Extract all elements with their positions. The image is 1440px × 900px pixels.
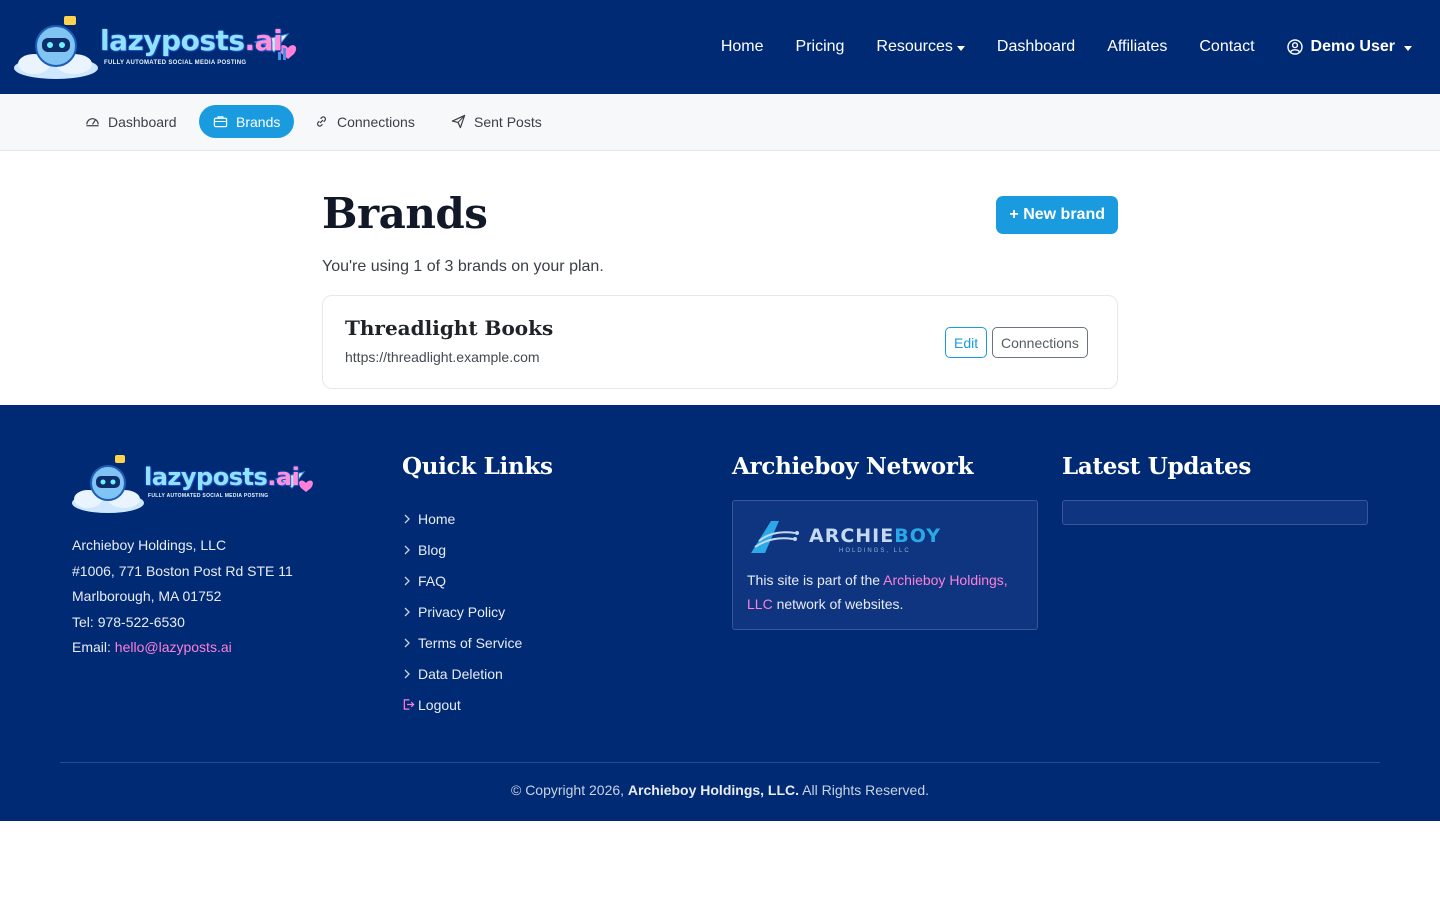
dashboard-subnav: Dashboard Brands Connections Sent Posts <box>0 94 1440 151</box>
latest-updates-box <box>1062 500 1368 525</box>
nav-resources-dropdown[interactable]: Resources <box>876 38 965 56</box>
copyright-text: © Copyright 2026, Archieboy Holdings, LL… <box>510 782 929 798</box>
page-title: Brands <box>322 189 488 238</box>
logo-tagline: FULLY AUTOMATED SOCIAL MEDIA POSTING <box>104 60 247 66</box>
main-nav: Home Pricing Resources Dashboard Affilia… <box>689 36 1412 58</box>
plan-usage-text: You're using 1 of 3 brands on your plan. <box>322 258 604 275</box>
nav-dashboard[interactable]: Dashboard <box>997 38 1075 56</box>
company-address: Archieboy Holdings, LLC #1006, 771 Bosto… <box>72 533 293 661</box>
footer-link-data-deletion[interactable]: Data Deletion <box>402 658 522 689</box>
network-box: ARCHIEBOY HOLDINGS, LLC This site is par… <box>732 500 1038 630</box>
chevron-right-icon <box>404 514 410 523</box>
subnav-connections[interactable]: Connections <box>300 105 429 138</box>
footer-link-logout[interactable]: Logout <box>402 689 522 720</box>
chevron-right-icon <box>404 607 410 616</box>
chevron-right-icon <box>404 669 410 678</box>
chevron-right-icon <box>404 638 410 647</box>
nav-contact[interactable]: Contact <box>1199 38 1254 56</box>
caret-down-icon <box>1404 45 1412 51</box>
logo-wordmark: lazyposts.ai <box>144 463 300 491</box>
brand-url: https://threadlight.example.com <box>345 349 540 365</box>
chevron-right-icon <box>404 545 410 554</box>
speedometer-icon <box>86 118 99 127</box>
email-line: Email: hello@lazyposts.ai <box>72 639 232 655</box>
edit-brand-button[interactable]: Edit <box>945 327 988 358</box>
archieboy-subtitle: HOLDINGS, LLC <box>839 548 911 554</box>
site-logo[interactable]: lazyposts.ai FULLY AUTOMATED SOCIAL MEDI… <box>12 14 312 80</box>
user-menu-dropdown[interactable]: Demo User <box>1286 38 1412 56</box>
logo-wordmark: lazyposts.ai <box>100 24 283 57</box>
footer-link-terms[interactable]: Terms of Service <box>402 627 522 658</box>
archieboy-logo[interactable]: ARCHIEBOY HOLDINGS, LLC <box>749 517 941 557</box>
company-name: Archieboy Holdings, LLC <box>72 537 227 553</box>
footer-link-home[interactable]: Home <box>402 503 522 534</box>
subnav-brands-label: Brands <box>236 113 281 130</box>
quick-links-list: Home Blog FAQ Privacy Policy Terms of Se… <box>402 503 522 720</box>
nav-pricing[interactable]: Pricing <box>796 38 845 56</box>
briefcase-icon <box>213 116 228 128</box>
subnav-connections-label: Connections <box>337 113 415 130</box>
phone-number: 978-522-6530 <box>97 613 185 630</box>
footer-link-privacy[interactable]: Privacy Policy <box>402 596 522 627</box>
logout-icon <box>403 699 415 710</box>
nav-home[interactable]: Home <box>721 38 764 56</box>
brand-name: Threadlight Books <box>345 316 554 340</box>
chevron-right-icon <box>404 576 410 585</box>
logo-tagline: FULLY AUTOMATED SOCIAL MEDIA POSTING <box>148 493 269 499</box>
subnav-dashboard[interactable]: Dashboard <box>71 105 191 138</box>
archieboy-wordmark: ARCHIEBOY <box>809 525 941 547</box>
quick-links-heading: Quick Links <box>402 453 553 480</box>
user-name: Demo User <box>1310 38 1395 55</box>
brand-connections-button[interactable]: Connections <box>992 327 1088 358</box>
footer-divider <box>60 762 1380 763</box>
user-circle-icon <box>1286 39 1303 55</box>
address-line-2: Marlborough, MA 01752 <box>72 588 222 604</box>
subnav-sent-posts[interactable]: Sent Posts <box>437 105 556 138</box>
nav-affiliates[interactable]: Affiliates <box>1107 38 1167 56</box>
subnav-brands[interactable]: Brands <box>199 105 295 138</box>
network-heading: Archieboy Network <box>732 453 974 480</box>
archieboy-a-icon <box>751 521 799 553</box>
address-line-1: #1006, 771 Boston Post Rd STE 11 <box>72 562 293 579</box>
footer-link-blog[interactable]: Blog <box>402 534 522 565</box>
new-brand-button[interactable]: + New brand <box>996 196 1118 234</box>
email-link[interactable]: hello@lazyposts.ai <box>115 639 232 655</box>
network-description: This site is part of the Archieboy Holdi… <box>747 572 1008 612</box>
paper-plane-icon <box>451 114 466 129</box>
top-navbar: lazyposts.ai FULLY AUTOMATED SOCIAL MEDI… <box>0 0 1440 94</box>
phone-line: Tel: 978-522-6530 <box>72 613 185 630</box>
copyright-company: Archieboy Holdings, LLC. <box>627 782 800 798</box>
brand-card: Threadlight Books https://threadlight.ex… <box>322 295 1118 389</box>
footer-link-faq[interactable]: FAQ <box>402 565 522 596</box>
caret-down-icon <box>956 45 965 51</box>
site-footer: lazyposts.ai FULLY AUTOMATED SOCIAL MEDI… <box>0 405 1440 821</box>
updates-heading: Latest Updates <box>1062 453 1252 480</box>
subnav-sent-posts-label: Sent Posts <box>474 113 542 130</box>
link-icon <box>317 116 326 127</box>
footer-logo[interactable]: lazyposts.ai FULLY AUTOMATED SOCIAL MEDI… <box>70 453 324 515</box>
subnav-dashboard-label: Dashboard <box>108 113 177 130</box>
nav-resources-label: Resources <box>876 38 953 55</box>
